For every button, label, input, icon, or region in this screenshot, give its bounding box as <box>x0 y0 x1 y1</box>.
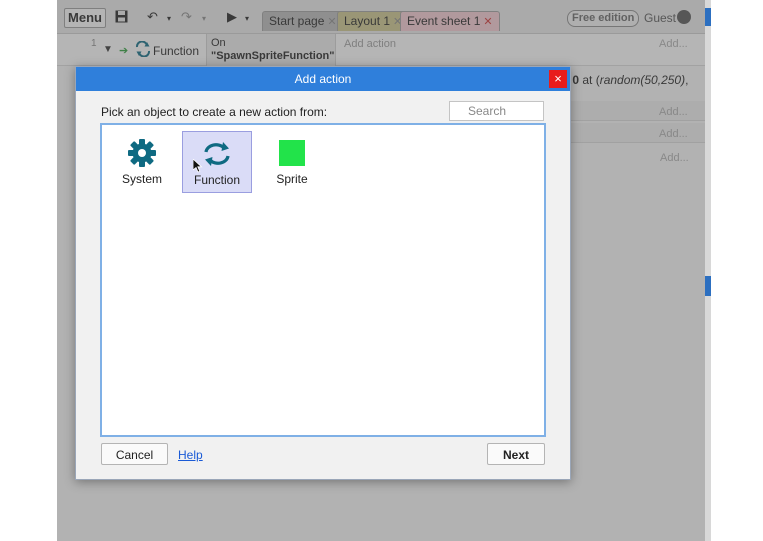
search-input[interactable] <box>449 101 544 121</box>
function-icon <box>204 142 230 166</box>
object-function[interactable]: Function <box>182 131 252 193</box>
object-list: System Function Sprite <box>100 123 546 437</box>
cancel-button[interactable]: Cancel <box>101 443 168 465</box>
object-label: Function <box>193 173 241 187</box>
sprite-icon <box>279 140 305 166</box>
panel-tab[interactable] <box>705 8 711 26</box>
add-action-dialog: Add action × Pick an object to create a … <box>75 66 571 480</box>
dialog-title: Add action <box>76 67 570 91</box>
object-system[interactable]: System <box>107 131 177 193</box>
dialog-prompt: Pick an object to create a new action fr… <box>101 105 328 119</box>
object-sprite[interactable]: Sprite <box>257 131 327 193</box>
close-icon[interactable]: × <box>549 70 567 88</box>
gear-icon <box>128 139 156 167</box>
help-link[interactable]: Help <box>178 448 203 462</box>
mouse-cursor-icon <box>193 159 203 173</box>
panel-tab[interactable] <box>705 276 711 296</box>
right-panel-edge <box>705 0 711 541</box>
object-label: Sprite <box>276 172 308 186</box>
object-label: System <box>121 172 162 186</box>
next-button[interactable]: Next <box>487 443 545 465</box>
